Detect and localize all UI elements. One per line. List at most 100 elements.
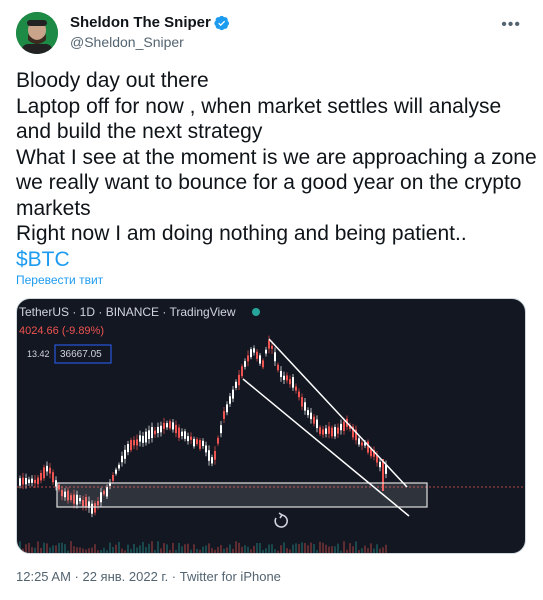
candle-body (154, 430, 156, 435)
price-box-value: 36667.05 (60, 349, 102, 360)
candle-body (31, 478, 33, 483)
volume-bar (181, 546, 183, 553)
volume-bar (337, 543, 339, 553)
cashtag-link[interactable]: $BTC (16, 247, 526, 273)
candle-body (124, 449, 126, 459)
volume-bar (73, 546, 75, 553)
candle-body (301, 397, 303, 407)
candle-body (211, 457, 213, 464)
volume-bar (331, 546, 333, 553)
candle-body (187, 436, 189, 442)
volume-bar (352, 546, 354, 553)
more-options-icon[interactable]: ••• (501, 16, 521, 34)
volume-bar (52, 545, 54, 553)
candle-body (277, 364, 279, 371)
avatar[interactable] (16, 12, 58, 54)
chart-image[interactable]: TetherUS · 1D · BINANCE · TradingView 40… (16, 298, 526, 554)
candle-body (46, 465, 48, 472)
volume-bar (196, 548, 198, 553)
candle-body (343, 421, 345, 431)
candle-body (292, 377, 294, 388)
volume-bar (373, 548, 375, 553)
tweet-text: Bloody day out there Laptop off for now … (16, 68, 537, 273)
volume-bar (40, 547, 42, 553)
candle-body (40, 472, 42, 481)
tweet: Sheldon The Sniper @Sheldon_Sniper ••• B… (0, 0, 543, 600)
volume-bar (268, 544, 270, 553)
author-name-row: Sheldon The Sniper (70, 14, 230, 31)
volume-bar (349, 543, 351, 553)
candle-body (313, 416, 315, 424)
candle-body (286, 375, 288, 381)
candle-body (118, 464, 120, 469)
candle-body (379, 461, 381, 468)
volume-bar (70, 541, 72, 553)
candle-body (367, 441, 369, 453)
volume-bar (100, 550, 102, 553)
candle-body (280, 370, 282, 377)
volume-bar (154, 550, 156, 553)
volume-bar (166, 544, 168, 553)
volume-bar (187, 543, 189, 553)
candle-body (250, 349, 252, 358)
candle-body (52, 472, 54, 483)
volume-bar (292, 544, 294, 553)
volume-bar (280, 545, 282, 553)
volume-bar (55, 545, 57, 553)
candle-body (160, 425, 162, 433)
volume-bar (370, 543, 372, 553)
candle-body (358, 438, 360, 445)
candle-body (148, 430, 150, 439)
candle-body (265, 349, 267, 354)
volume-bar (79, 547, 81, 553)
volume-bar (274, 549, 276, 553)
candle-body (220, 425, 222, 434)
volume-bar (226, 547, 228, 553)
candle-body (217, 437, 219, 444)
candle-body (196, 439, 198, 444)
volume-bar (121, 548, 123, 553)
volume-bar (250, 549, 252, 553)
candle-body (325, 428, 327, 434)
author-handle[interactable]: @Sheldon_Sniper (70, 34, 184, 50)
volume-bar (49, 547, 51, 553)
candle-body (37, 477, 39, 485)
translate-link[interactable]: Перевести твит (16, 273, 103, 287)
volume-bar (217, 547, 219, 553)
volume-bar (238, 542, 240, 553)
candle-body (322, 429, 324, 435)
candle-body (142, 435, 144, 443)
candle-body (328, 426, 330, 434)
candle-body (175, 424, 177, 434)
volume-bar (355, 541, 357, 553)
candle-body (274, 352, 276, 362)
volume-bar (178, 542, 180, 553)
volume-bar (160, 548, 162, 553)
author-name[interactable]: Sheldon The Sniper (70, 14, 211, 31)
candle-body (295, 386, 297, 391)
price-left: 13.42 (27, 349, 50, 359)
volume-bar (286, 548, 288, 553)
volume-bar (115, 544, 117, 553)
volume-bar (127, 544, 129, 553)
volume-bar (247, 546, 249, 553)
volume-bar (316, 550, 318, 553)
candle-body (244, 361, 246, 367)
volume-bar (367, 548, 369, 553)
volume-bar (97, 550, 99, 553)
volume-bar (325, 544, 327, 553)
candle-body (235, 381, 237, 388)
volume-bar (214, 549, 216, 553)
candle-body (226, 404, 228, 413)
volume-bar (379, 548, 381, 553)
candle-body (112, 474, 114, 481)
candle-body (289, 379, 291, 385)
candle-body (34, 479, 36, 484)
volume-bar (37, 541, 39, 553)
candle-body (253, 348, 255, 353)
rotate-icon[interactable] (274, 512, 288, 528)
candle-body (229, 396, 231, 404)
candle-body (340, 423, 342, 431)
candle-body (49, 467, 51, 474)
candle-body (208, 450, 210, 461)
